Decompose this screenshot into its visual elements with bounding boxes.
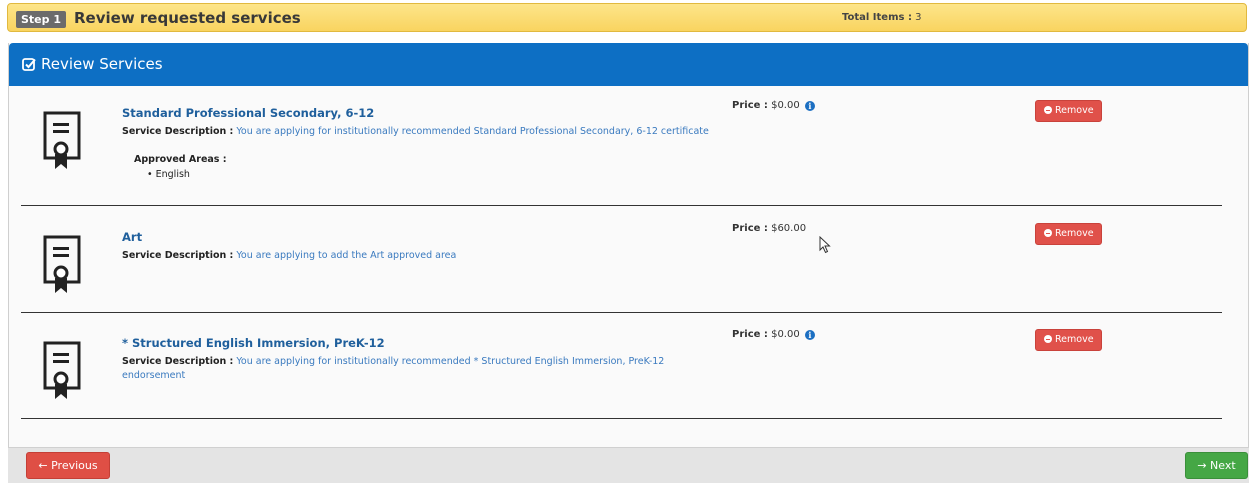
certificate-icon: [43, 235, 81, 293]
remove-button[interactable]: Remove: [1035, 329, 1102, 351]
service-item: Standard Professional Secondary, 6-12 Se…: [21, 100, 1222, 206]
total-items-label: Total Items :: [842, 12, 912, 23]
price-value: $0.00: [771, 100, 800, 111]
remove-button-label: Remove: [1055, 105, 1094, 116]
info-icon[interactable]: i: [804, 330, 815, 340]
service-description: Service Description : You are applying f…: [122, 355, 722, 383]
minus-circle-icon: [1044, 106, 1052, 114]
service-item: Art Service Description : You are applyi…: [21, 208, 1222, 313]
next-button-label: Next: [1210, 459, 1236, 472]
service-price: Price : $0.00 i: [732, 100, 815, 111]
service-description-text: You are applying to add the Art approved…: [236, 250, 457, 261]
remove-button[interactable]: Remove: [1035, 223, 1102, 245]
next-button[interactable]: → Next: [1185, 452, 1248, 479]
price-value: $60.00: [771, 223, 807, 234]
arrow-right-icon: →: [1197, 459, 1207, 472]
service-price: Price : $60.00: [732, 223, 806, 234]
price-value: $0.00: [771, 329, 800, 340]
step-badge: Step 1: [16, 11, 66, 28]
approved-area-item: • English: [147, 169, 190, 180]
service-description: Service Description : You are applying f…: [122, 125, 722, 139]
certificate-icon: [43, 111, 81, 169]
certificate-icon: [43, 341, 81, 399]
service-item: * Structured English Immersion, PreK-12 …: [21, 314, 1222, 419]
panel-heading: Review Services: [9, 43, 1248, 86]
price-label: Price :: [732, 223, 768, 234]
arrow-left-icon: ←: [38, 459, 48, 472]
check-square-icon: [22, 58, 36, 71]
wizard-footer: ← Previous → Next: [8, 447, 1249, 483]
service-description: Service Description : You are applying t…: [122, 249, 722, 263]
service-name[interactable]: * Structured English Immersion, PreK-12: [122, 336, 385, 350]
service-description-label: Service Description :: [122, 126, 234, 137]
service-price: Price : $0.00 i: [732, 329, 815, 340]
price-label: Price :: [732, 100, 768, 111]
service-name[interactable]: Art: [122, 230, 142, 244]
step-header: Step 1 Review requested services Total I…: [7, 3, 1247, 32]
minus-circle-icon: [1044, 229, 1052, 237]
service-description-text: You are applying for institutionally rec…: [236, 126, 709, 137]
step-title: Review requested services: [74, 9, 301, 27]
service-description-label: Service Description :: [122, 250, 234, 261]
service-description-label: Service Description :: [122, 356, 234, 367]
info-icon[interactable]: i: [804, 101, 815, 111]
panel-title: Review Services: [41, 55, 163, 73]
approved-area-text: English: [155, 169, 190, 180]
remove-button-label: Remove: [1055, 334, 1094, 345]
service-name[interactable]: Standard Professional Secondary, 6-12: [122, 106, 374, 120]
approved-areas-label: Approved Areas :: [134, 154, 227, 165]
previous-button[interactable]: ← Previous: [26, 452, 110, 479]
previous-button-label: Previous: [51, 459, 98, 472]
minus-circle-icon: [1044, 335, 1052, 343]
total-items: Total Items : 3: [842, 12, 922, 23]
total-items-value: 3: [915, 12, 922, 23]
mouse-cursor-icon: [819, 236, 831, 254]
remove-button[interactable]: Remove: [1035, 100, 1102, 122]
price-label: Price :: [732, 329, 768, 340]
remove-button-label: Remove: [1055, 228, 1094, 239]
review-services-panel: Review Services Standard Professional Se…: [8, 43, 1249, 483]
